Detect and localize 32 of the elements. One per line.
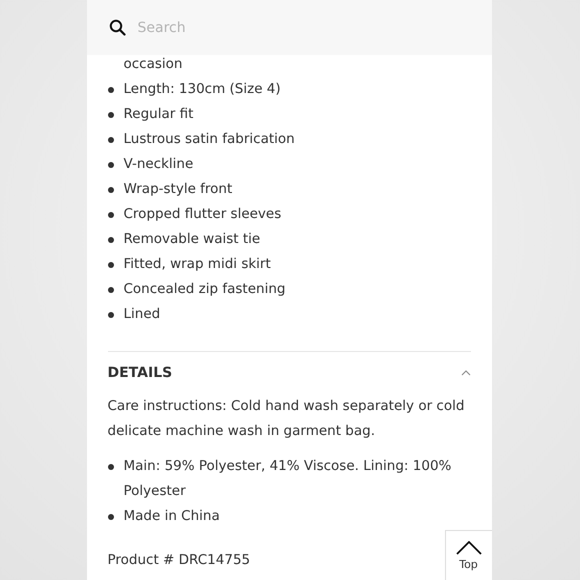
bullet-icon <box>108 87 114 93</box>
list-item: occasion <box>124 55 182 74</box>
bullet-icon <box>108 237 114 243</box>
list-item: Fitted, wrap midi skirt <box>124 255 271 274</box>
bullet-icon <box>108 464 114 470</box>
bullet-icon <box>108 262 114 268</box>
bullet-icon <box>108 312 114 318</box>
list-item: Made in China <box>124 507 220 526</box>
care-instructions: Care instructions: Cold hand wash separately or cold delicate machine wash in garment bag. <box>108 397 466 441</box>
bullet-icon <box>108 137 114 143</box>
list-item: Concealed zip fastening <box>124 280 286 299</box>
bullet-icon <box>108 212 114 218</box>
list-item: Removable waist tie <box>124 230 260 249</box>
chevron-icon <box>460 370 470 376</box>
list-item: V-neckline <box>124 155 194 174</box>
back-to-top-button[interactable]: Top <box>444 530 492 580</box>
list-item: Cropped flutter sleeves <box>124 205 282 224</box>
list-item: Lined <box>124 305 160 324</box>
bullet-icon <box>108 514 114 520</box>
chevron-icon <box>456 540 482 554</box>
bullet-icon <box>108 287 114 293</box>
list-item: Regular fit <box>124 105 194 124</box>
bullet-icon <box>108 112 114 118</box>
list-item: Wrap-style front <box>124 180 232 199</box>
list-item: Lustrous satin fabrication <box>124 130 295 149</box>
search-icon <box>108 19 126 36</box>
accordion-header[interactable]: DETAILS <box>108 352 470 394</box>
list-item: Length: 130cm (Size 4) <box>124 80 281 99</box>
bullet-icon <box>108 162 114 168</box>
search-field[interactable]: Search <box>136 18 440 36</box>
list-item: Main: 59% Polyester, 41% Viscose. Lining: 100% Polyester <box>124 457 452 501</box>
bullet-icon <box>108 187 114 193</box>
